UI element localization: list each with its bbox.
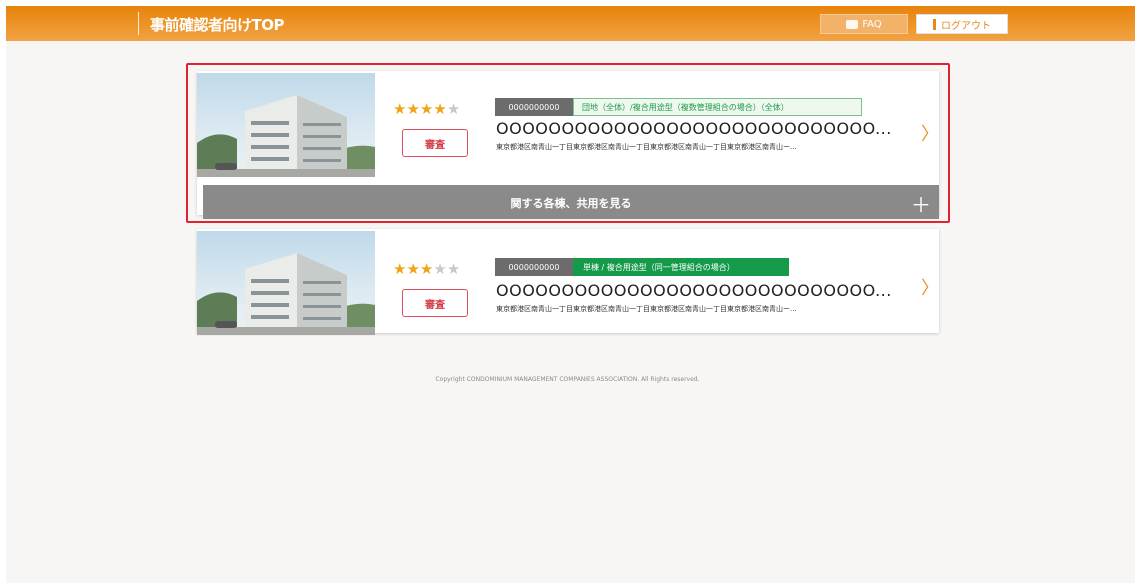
faq-label: FAQ [862, 18, 882, 30]
property-code: 0000000000 [495, 98, 573, 116]
chat-icon [846, 19, 859, 29]
logout-button[interactable]: ログアウト [916, 14, 1008, 34]
plus-icon[interactable]: ＋ [911, 189, 931, 218]
property-address: 東京都港区南青山一丁目東京都港区南青山一丁目東京都港区南青山一丁目東京都港区南青… [496, 143, 797, 151]
star-icon-filled: ★ [419, 100, 434, 118]
property-type: 団地（全体）/複合用途型（複数管理組合の場合）（全体） [573, 98, 862, 116]
chevron-right-icon[interactable]: 〉 [921, 274, 939, 300]
page-title: 事前確認者向けTOP [150, 16, 284, 34]
expand-label: 関する各棟、共用を見る [510, 197, 632, 210]
star-icon-empty: ★ [433, 260, 447, 278]
logout-icon [933, 18, 936, 30]
property-type: 単棟 / 複合用途型（同一管理組合の場合） [573, 258, 789, 276]
rating-stars: ★★★★★ [393, 260, 460, 278]
property-address: 東京都港区南青山一丁目東京都港区南青山一丁目東京都港区南青山一丁目東京都港区南青… [496, 305, 797, 313]
copyright-text: Copyright CONDOMINIUM MANAGEMENT COMPANI… [435, 376, 700, 383]
star-icon-empty: ★ [446, 260, 461, 278]
chevron-right-icon[interactable]: 〉 [921, 120, 939, 146]
property-card[interactable]: ★★★★★ 審査 0000000000 単棟 / 複合用途型（同一管理組合の場合… [197, 229, 939, 335]
building-photo [197, 231, 375, 335]
expand-buildings-bar[interactable]: 関する各棟、共用を見る ＋ [203, 185, 939, 219]
property-code: 0000000000 [495, 258, 573, 276]
header-divider [138, 12, 139, 35]
star-icon-filled: ★ [419, 260, 434, 278]
status-badge: 審査 [402, 289, 468, 317]
star-icon-filled: ★ [406, 100, 420, 118]
building-photo [197, 73, 375, 177]
header-bar: 事前確認者向けTOP FAQ ログアウト [6, 6, 1135, 41]
star-icon-filled: ★ [393, 100, 407, 118]
star-icon-filled: ★ [406, 260, 420, 278]
star-icon-empty: ★ [446, 100, 461, 118]
property-name: OOOOOOOOOOOOOOOOOOOOOOOOOOOOO... [496, 119, 892, 138]
logout-label: ログアウト [941, 20, 991, 32]
star-icon-filled: ★ [393, 260, 407, 278]
faq-button[interactable]: FAQ [820, 14, 908, 34]
status-badge: 審査 [402, 129, 468, 157]
rating-stars: ★★★★★ [393, 100, 460, 118]
property-name: OOOOOOOOOOOOOOOOOOOOOOOOOOOOO... [496, 281, 892, 300]
star-icon-filled: ★ [433, 100, 447, 118]
